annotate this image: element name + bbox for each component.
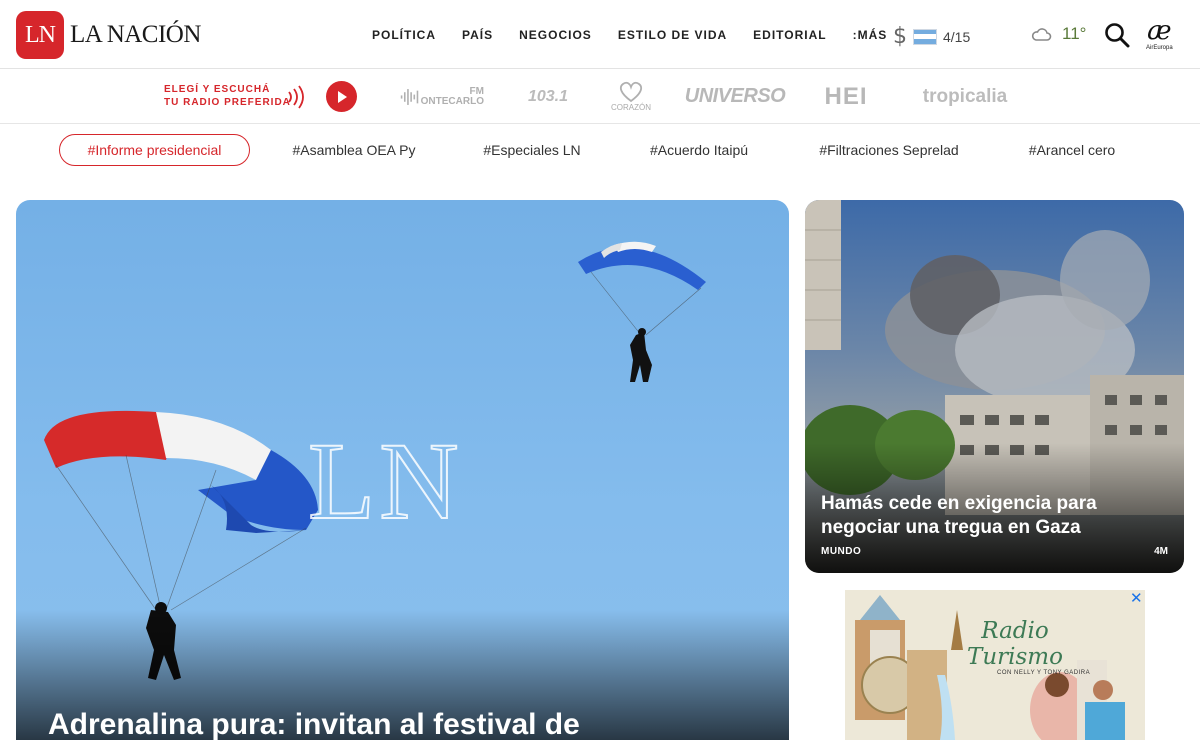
tag-arancel-cero[interactable]: #Arancel cero	[1023, 134, 1121, 166]
nav-negocios[interactable]: NEGOCIOS	[519, 28, 592, 42]
hei-label: HEI	[824, 82, 868, 110]
search-button[interactable]	[1104, 22, 1130, 53]
ln-watermark: LN	[307, 419, 463, 543]
nav-politica[interactable]: POLÍTICA	[372, 28, 436, 42]
nav-mas[interactable]: :MÁS	[853, 28, 888, 42]
station-1031-label: 103.1	[527, 87, 569, 105]
tropicalia-label: tropicalia	[922, 85, 1008, 107]
radio-cta: ELEGÍ Y ESCUCHÁ TU RADIO PREFERIDA	[164, 83, 291, 109]
dollar-icon: $	[893, 24, 907, 49]
hero-story[interactable]: LN Adrenalina pura: invitan al festival …	[16, 200, 789, 740]
side-story[interactable]: Hamás cede en exigencia para negociar un…	[805, 200, 1184, 573]
aireuropa-label: AirEuropa	[1146, 45, 1173, 51]
montecarlo-label: ONTECARLO	[420, 95, 484, 107]
nav-editorial[interactable]: EDITORIAL	[753, 28, 826, 42]
nav-pais[interactable]: PAÍS	[462, 28, 493, 42]
tag-filtraciones-seprelad[interactable]: #Filtraciones Seprelad	[812, 134, 966, 166]
ad-title-line2: Turismo	[967, 644, 1063, 670]
side-headline[interactable]: Hamás cede en exigencia para negociar un…	[821, 492, 1161, 540]
station-1031[interactable]: 103.1	[527, 69, 569, 124]
corazon-label: CORAZÓN	[611, 103, 651, 112]
station-corazon[interactable]: CORAZÓN	[611, 69, 651, 124]
site-logo[interactable]: LN LA NACIÓN	[16, 11, 201, 59]
currency-value: 4/15	[943, 28, 971, 45]
cloud-sun-icon	[1031, 28, 1052, 41]
trending-tags: #Informe presidencial #Asamblea OEA Py #…	[0, 124, 1200, 176]
station-tropicalia[interactable]: tropicalia	[913, 69, 1017, 124]
heart-icon	[619, 81, 643, 103]
ad-radio-turismo[interactable]: Radio Turismo CON NELLY Y TONY GADIRA	[845, 590, 1145, 740]
weather-widget[interactable]: 11°	[1030, 24, 1086, 44]
station-hei[interactable]: HEI	[821, 69, 871, 124]
site-header: LN LA NACIÓN POLÍTICA PAÍS NEGOCIOS ESTI…	[0, 0, 1200, 69]
tag-asamblea-oea[interactable]: #Asamblea OEA Py	[286, 134, 422, 166]
ad-title: Radio Turismo	[967, 618, 1063, 670]
ad-title-line1: Radio	[981, 618, 1049, 644]
search-icon	[1105, 23, 1130, 48]
temperature: 11°	[1062, 24, 1087, 43]
argentina-flag-icon	[913, 28, 937, 45]
ad-subtitle: CON NELLY Y TONY GADIRA	[997, 670, 1091, 676]
tag-especiales-ln[interactable]: #Especiales LN	[478, 134, 586, 166]
radio-waves-icon	[288, 85, 304, 109]
radio-cta-line2: TU RADIO PREFERIDA	[164, 97, 291, 108]
universo-label: UNIVERSO	[684, 85, 786, 107]
montecarlo-bars-icon	[400, 88, 419, 105]
side-section-label[interactable]: MUNDO	[821, 546, 861, 557]
radio-play-button[interactable]	[326, 81, 357, 112]
currency-widget[interactable]: $ 4/15	[893, 24, 970, 49]
nav-estilo-de-vida[interactable]: ESTILO DE VIDA	[618, 28, 727, 42]
station-universo[interactable]: UNIVERSO	[685, 69, 786, 124]
radio-cta-line1: ELEGÍ Y ESCUCHÁ	[164, 84, 271, 95]
logo-badge: LN	[16, 11, 64, 59]
logo-wordmark: LA NACIÓN	[70, 21, 201, 48]
station-montecarlo[interactable]: FM ONTECARLO	[400, 69, 484, 124]
tag-acuerdo-itaipu[interactable]: #Acuerdo Itaipú	[644, 134, 754, 166]
side-timestamp: 4M	[1154, 546, 1168, 557]
play-icon	[337, 90, 347, 103]
aireuropa-glyph: æ	[1147, 16, 1172, 46]
ad-close-button[interactable]: ✕	[1130, 591, 1143, 606]
montecarlo-fm: FM	[469, 85, 484, 97]
radio-bar: ELEGÍ Y ESCUCHÁ TU RADIO PREFERIDA FM ON…	[0, 69, 1200, 124]
hero-headline[interactable]: Adrenalina pura: invitan al festival de	[48, 708, 580, 740]
aireuropa-sponsor-logo[interactable]: æ AirEuropa	[1146, 18, 1173, 51]
tag-informe-presidencial[interactable]: #Informe presidencial	[59, 134, 250, 166]
main-nav: POLÍTICA PAÍS NEGOCIOS ESTILO DE VIDA ED…	[372, 28, 913, 42]
